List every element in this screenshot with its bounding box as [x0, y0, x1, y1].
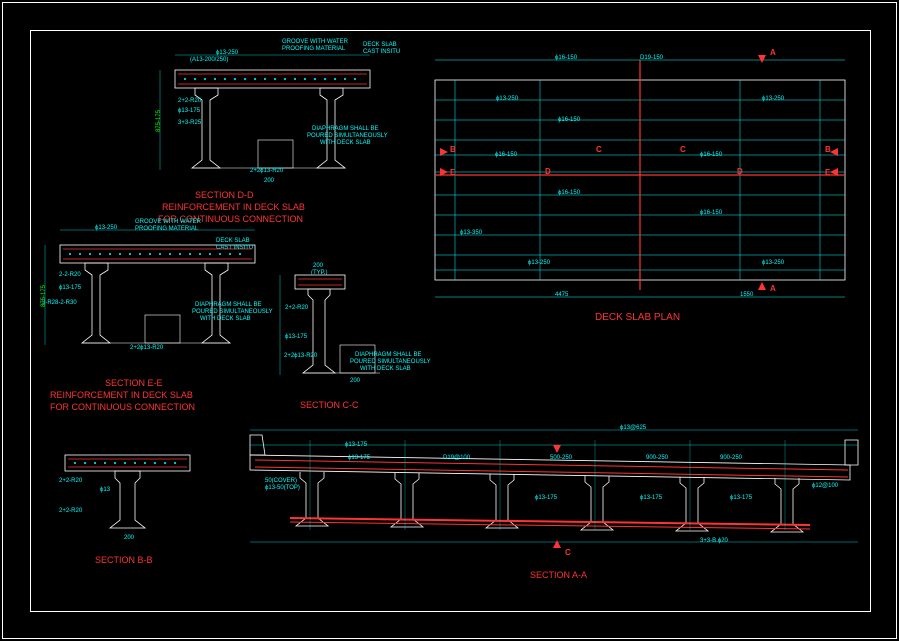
aa-label-13: 3+3-B.ϕ20 [700, 538, 728, 544]
dd-label-d5: CAST INSITU [363, 49, 400, 55]
bb-label-b2: ϕ13 [100, 487, 110, 493]
dd-label-d4: DECK SLAB [363, 42, 397, 48]
ee-label-e4: PROOFING MATERIAL [135, 226, 198, 232]
cc-label-c9: 200 [350, 378, 360, 384]
cc-label-c6: DIAPHRAGM SHALL BE [355, 352, 421, 358]
plan-label-5: ϕ16-150 [558, 117, 580, 123]
bb-label-b4: 200 [124, 535, 134, 541]
dd-label-d3: PROOFING MATERIAL [282, 46, 345, 52]
plan-label-7: ϕ16-150 [700, 152, 722, 158]
marker-B-left: B [450, 145, 456, 154]
aa-label-2: ϕ13-175 [535, 495, 557, 501]
ee-label-e13: POURED SIMULTANEOUSLY [192, 309, 273, 315]
plan-label-10: ϕ13-350 [460, 230, 482, 236]
aa-label-11: ϕ13-175 [730, 495, 752, 501]
plan-label-8: ϕ16-150 [558, 190, 580, 196]
marker-A-top: A [770, 48, 776, 57]
section-ee-title-3: FOR CONTINUOUS CONNECTION [50, 402, 195, 412]
plan-label-6: ϕ16-150 [495, 152, 517, 158]
section-aa-title: SECTION A-A [530, 570, 587, 580]
aa-label-5: ϕ13-175 [345, 442, 367, 448]
section-bb-title: SECTION B-B [95, 555, 153, 565]
ee-label-e14: WITH DECK SLAB [200, 316, 251, 322]
section-aa-group [250, 430, 858, 548]
marker-D-left: D [545, 167, 551, 176]
aa-label-8: 900-250 [646, 455, 668, 461]
marker-C-left: C [596, 145, 602, 154]
cc-label-c7: POURED SIMULTANEOUSLY [350, 359, 431, 365]
aa-label-10: ϕ13-175 [640, 495, 662, 501]
marker-E-right: E [825, 168, 830, 177]
section-dd-title-1: SECTION D-D [195, 190, 254, 200]
ee-label-e9: 3-R28-2-R30 [42, 300, 77, 306]
dd-label-d1: ϕ13-250 [216, 50, 238, 56]
marker-D-right: D [737, 167, 743, 176]
aa-label-1: ϕ13@625 [620, 425, 646, 431]
ee-label-e10: 2+2ϕ13-R20 [130, 345, 163, 351]
marker-E-left: E [450, 168, 455, 177]
dd-label-d6: 2+2-R20 [178, 98, 201, 104]
dd-label-d15: (A13-200/250) [190, 57, 228, 63]
section-ee-title-2: REINFORCEMENT IN DECK SLAB [50, 390, 193, 400]
cc-label-c1: 200 [313, 263, 323, 269]
plan-label-4: ϕ13-250 [762, 96, 784, 102]
section-bb-group [65, 455, 190, 528]
section-ee-title-1: SECTION E-E [105, 378, 163, 388]
section-cc-title: SECTION C-C [300, 400, 359, 410]
plan-label-2: D19-150 [640, 55, 663, 61]
aa-label-3: ϕ13-175 [348, 455, 370, 461]
ee-label-e5: DECK SLAB [216, 238, 250, 244]
aa-label-9: 900-250 [720, 455, 742, 461]
aa-label-12: ϕ12@100 [812, 483, 838, 489]
plan-label-9: ϕ16-150 [700, 210, 722, 216]
marker-C-right: C [680, 145, 686, 154]
dd-label-d14: 875-175 [156, 110, 162, 132]
plan-label-14: 1550 [740, 292, 753, 298]
ee-label-e7: 2-2-R20 [59, 272, 81, 278]
dd-label-d8: 3+3-R25 [178, 120, 201, 126]
plan-label-3: ϕ13-250 [496, 96, 518, 102]
dd-label-d2: GROOVE WITH WATER [282, 39, 348, 45]
plan-label-13: 4475 [555, 292, 568, 298]
dd-label-d13: 200 [264, 178, 274, 184]
dd-label-d7: ϕ13-175 [178, 108, 200, 114]
deck-slab-plan-title: DECK SLAB PLAN [595, 312, 680, 323]
marker-C-bottom: C [565, 548, 571, 557]
section-dd-title-2: REINFORCEMENT IN DECK SLAB [162, 202, 305, 212]
bb-label-b3: 2+2-R20 [59, 508, 82, 514]
dd-label-d11: POURED SIMULTANEOUSLY [307, 133, 388, 139]
aa-label-4b: ϕ13-50(TOP) [265, 485, 300, 491]
aa-label-6: D19@100 [443, 455, 470, 461]
ee-label-e3: GROOVE WITH WATER [135, 219, 201, 225]
marker-B-right: B [825, 145, 831, 154]
cc-label-c5: 2+2ϕ13-R20 [284, 353, 317, 359]
ee-label-e2: ϕ13-250 [95, 225, 117, 231]
dd-label-d10: DIAPHRAGM SHALL BE [312, 126, 378, 132]
aa-label-4: 50(COVER) [265, 478, 297, 484]
plan-label-1: ϕ16-150 [555, 55, 577, 61]
ee-label-e6: CAST INSITU [216, 245, 253, 251]
ee-label-e11: 875-175 [41, 285, 47, 307]
aa-label-7: 500-250 [550, 455, 572, 461]
ee-label-e12: DIAPHRAGM SHALL BE [195, 302, 261, 308]
cc-label-c8: WITH DECK SLAB [360, 366, 411, 372]
plan-label-12: ϕ13-250 [762, 260, 784, 266]
marker-A-mid: A [770, 284, 776, 293]
cc-label-c4: ϕ13-175 [285, 334, 307, 340]
plan-label-11: ϕ13-250 [528, 260, 550, 266]
cc-label-c3: 2+2-R20 [285, 305, 308, 311]
dd-label-d12: WITH DECK SLAB [320, 140, 371, 146]
ee-label-e8: ϕ13-175 [59, 285, 81, 291]
dd-label-d9: 2+2ϕ13-R20 [250, 168, 283, 174]
bb-label-b1: 2+2-R20 [59, 478, 82, 484]
cc-label-c2: (TYP.) [311, 270, 328, 276]
